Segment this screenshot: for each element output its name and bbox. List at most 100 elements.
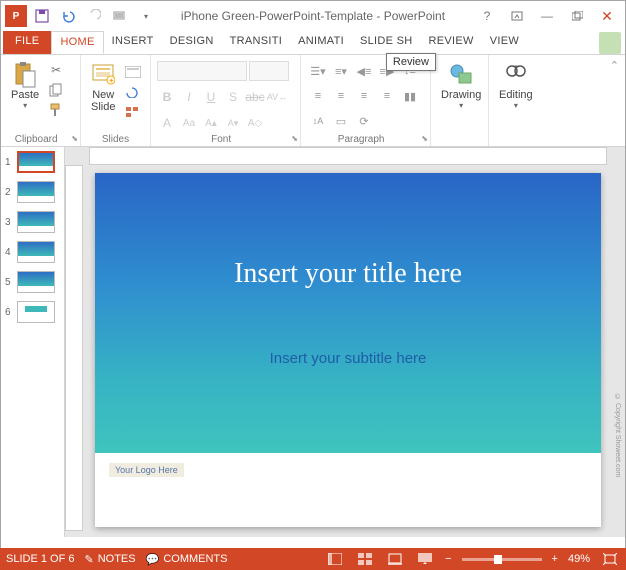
logo-placeholder[interactable]: Your Logo Here	[109, 463, 184, 477]
tab-home[interactable]: HOME	[51, 31, 103, 54]
cut-icon[interactable]: ✂	[47, 61, 65, 79]
zoom-out-button[interactable]: −	[445, 553, 451, 565]
notes-button[interactable]: ✎NOTES	[84, 553, 135, 566]
format-painter-icon[interactable]	[47, 101, 65, 119]
thumbnail-5[interactable]: 5	[1, 267, 64, 297]
paste-button[interactable]: Paste ▾	[7, 61, 43, 112]
zoom-level[interactable]: 49%	[568, 553, 590, 565]
zoom-in-button[interactable]: +	[552, 553, 558, 565]
minimize-icon[interactable]: —	[533, 5, 561, 27]
align-center-button[interactable]: ≡	[330, 86, 352, 106]
reading-view-icon[interactable]	[385, 551, 405, 567]
slide-counter[interactable]: SLIDE 1 OF 6	[6, 553, 74, 565]
group-drawing: Drawing ▾	[431, 55, 489, 146]
thumbnail-4[interactable]: 4	[1, 237, 64, 267]
font-size-select[interactable]	[249, 61, 289, 81]
bold-button[interactable]: B	[157, 87, 177, 107]
slide-sorter-icon[interactable]	[355, 551, 375, 567]
underline-button[interactable]: U	[201, 87, 221, 107]
thumbnail-1[interactable]: 1	[1, 147, 64, 177]
editing-button[interactable]: Editing ▾	[495, 61, 537, 112]
comments-button[interactable]: 💬COMMENTS	[146, 553, 228, 566]
help-icon[interactable]: ?	[473, 5, 501, 27]
columns-button[interactable]: ▮▮	[399, 86, 421, 106]
ribbon: Paste ▾ ✂ Clipboard ⬊ ✦ New Slide Slides	[1, 55, 625, 147]
clear-formatting-button[interactable]: A◇	[245, 113, 265, 133]
notes-icon: ✎	[84, 553, 93, 566]
copyright-text: © Copyright Showeet.com	[614, 394, 621, 477]
restore-icon[interactable]	[563, 5, 591, 27]
tab-animations[interactable]: ANIMATI	[290, 31, 352, 54]
thumbnail-2[interactable]: 2	[1, 177, 64, 207]
tab-insert[interactable]: INSERT	[104, 31, 162, 54]
close-icon[interactable]: ✕	[593, 5, 621, 27]
qat-more-icon[interactable]: ▾	[135, 5, 157, 27]
copy-icon[interactable]	[47, 81, 65, 99]
section-icon[interactable]	[123, 103, 141, 121]
justify-button[interactable]: ≡	[376, 86, 398, 106]
comments-icon: 💬	[146, 553, 160, 566]
smartart-button[interactable]: ⟳	[353, 111, 375, 131]
reset-icon[interactable]	[123, 83, 141, 101]
font-family-select[interactable]	[157, 61, 247, 81]
drawing-icon	[449, 63, 473, 87]
start-from-beginning-icon[interactable]	[109, 5, 131, 27]
group-slides: ✦ New Slide Slides	[81, 55, 151, 146]
font-color-button[interactable]: A	[157, 113, 177, 133]
align-left-button[interactable]: ≡	[307, 86, 329, 106]
decrease-indent-button[interactable]: ◀≡	[353, 61, 375, 81]
align-text-button[interactable]: ▭	[330, 111, 352, 131]
title-placeholder[interactable]: Insert your title here	[234, 258, 462, 290]
italic-button[interactable]: I	[179, 87, 199, 107]
status-bar: SLIDE 1 OF 6 ✎NOTES 💬COMMENTS − + 49%	[0, 548, 626, 570]
tab-review[interactable]: REVIEW	[421, 31, 482, 54]
tab-view[interactable]: VIEW	[482, 31, 527, 54]
tab-design[interactable]: DESIGN	[162, 31, 222, 54]
window-title: iPhone Green-PowerPoint-Template - Power…	[181, 9, 445, 23]
collapse-ribbon-icon[interactable]: ⌃	[610, 55, 625, 146]
font-launcher-icon[interactable]: ⬊	[291, 134, 298, 143]
slideshow-view-icon[interactable]	[415, 551, 435, 567]
slide-thumbnails: 1 2 3 4 5 6	[1, 147, 65, 537]
horizontal-ruler[interactable]	[89, 147, 607, 165]
redo-icon[interactable]	[83, 5, 105, 27]
tab-file[interactable]: FILE	[3, 31, 51, 54]
thumbnail-3[interactable]: 3	[1, 207, 64, 237]
zoom-slider[interactable]	[462, 558, 542, 561]
quick-access-toolbar: P ▾	[5, 5, 157, 27]
thumbnail-6[interactable]: 6	[1, 297, 64, 327]
clipboard-group-label: Clipboard	[15, 134, 58, 145]
editing-label: Editing	[499, 89, 533, 101]
change-case-button[interactable]: Aa	[179, 113, 199, 133]
text-direction-button[interactable]: ↕A	[307, 111, 329, 131]
slide-canvas[interactable]: Insert your title here Insert your subti…	[95, 173, 601, 527]
group-clipboard: Paste ▾ ✂ Clipboard ⬊	[1, 55, 81, 146]
increase-font-button[interactable]: A▴	[201, 113, 221, 133]
drawing-button[interactable]: Drawing ▾	[437, 61, 485, 112]
numbering-button[interactable]: ≡▾	[330, 61, 352, 81]
save-icon[interactable]	[31, 5, 53, 27]
user-avatar[interactable]	[599, 32, 621, 54]
clipboard-launcher-icon[interactable]: ⬊	[71, 134, 78, 143]
subtitle-placeholder[interactable]: Insert your subtitle here	[270, 350, 427, 367]
char-spacing-button[interactable]: AV↔	[267, 87, 287, 107]
shadow-button[interactable]: S	[223, 87, 243, 107]
layout-icon[interactable]	[123, 63, 143, 81]
tab-transitions[interactable]: TRANSITI	[222, 31, 291, 54]
paragraph-launcher-icon[interactable]: ⬊	[421, 134, 428, 143]
fit-to-window-icon[interactable]	[600, 551, 620, 567]
paste-label: Paste	[11, 89, 39, 101]
tab-slideshow[interactable]: SLIDE SH	[352, 31, 421, 54]
powerpoint-app-icon[interactable]: P	[5, 5, 27, 27]
bullets-button[interactable]: ☰▾	[307, 61, 329, 81]
new-slide-button[interactable]: ✦ New Slide	[87, 61, 119, 115]
slide-editor: Insert your title here Insert your subti…	[65, 147, 625, 537]
decrease-font-button[interactable]: A▾	[223, 113, 243, 133]
group-editing: Editing ▾	[489, 55, 545, 146]
undo-icon[interactable]	[57, 5, 79, 27]
align-right-button[interactable]: ≡	[353, 86, 375, 106]
normal-view-icon[interactable]	[325, 551, 345, 567]
vertical-ruler[interactable]	[65, 165, 83, 531]
strikethrough-button[interactable]: abc	[245, 87, 265, 107]
ribbon-display-options-icon[interactable]	[503, 5, 531, 27]
